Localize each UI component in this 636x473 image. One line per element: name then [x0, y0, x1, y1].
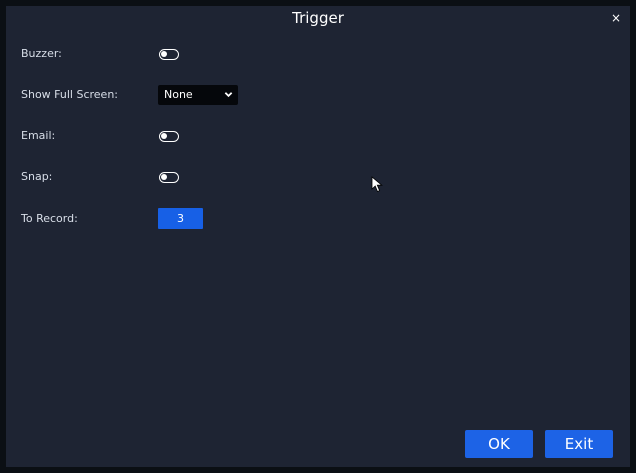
toggle-knob	[161, 51, 167, 57]
snap-toggle[interactable]	[159, 172, 179, 183]
snap-row: Snap:	[6, 164, 630, 192]
email-row: Email:	[6, 123, 630, 151]
trigger-dialog: Trigger × Buzzer: Show Full Screen: None…	[6, 6, 630, 467]
email-label: Email:	[21, 129, 56, 142]
show-full-screen-row: Show Full Screen: None	[6, 82, 630, 110]
chevron-down-icon	[224, 92, 233, 98]
to-record-label: To Record:	[21, 212, 78, 225]
show-full-screen-select[interactable]: None	[158, 85, 238, 105]
show-full-screen-value: None	[164, 88, 193, 101]
toggle-knob	[161, 174, 167, 180]
buzzer-label: Buzzer:	[21, 47, 62, 60]
title-bar: Trigger ×	[6, 6, 630, 32]
email-toggle[interactable]	[159, 131, 179, 142]
show-full-screen-label: Show Full Screen:	[21, 88, 119, 101]
to-record-row: To Record: 3	[6, 206, 630, 234]
mouse-pointer-icon	[371, 176, 383, 193]
toggle-knob	[161, 133, 167, 139]
buzzer-row: Buzzer:	[6, 41, 630, 69]
ok-button[interactable]: OK	[465, 430, 533, 458]
close-icon[interactable]: ×	[609, 10, 623, 26]
exit-button[interactable]: Exit	[545, 430, 613, 458]
snap-label: Snap:	[21, 170, 53, 183]
buzzer-toggle[interactable]	[159, 49, 179, 60]
dialog-title: Trigger	[292, 9, 344, 27]
to-record-field[interactable]: 3	[158, 208, 203, 229]
